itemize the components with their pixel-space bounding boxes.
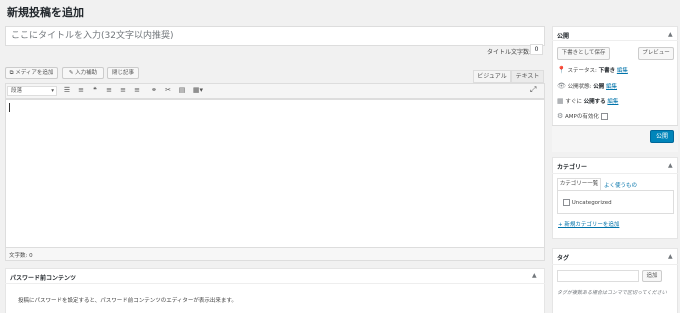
calendar-icon: ▦ bbox=[557, 97, 564, 105]
status-bar bbox=[5, 248, 545, 261]
pencil-icon: ✎ bbox=[68, 70, 74, 76]
align-right-icon[interactable]: ≡ bbox=[133, 87, 141, 94]
category-checkbox[interactable] bbox=[563, 199, 570, 206]
add-media-label: メディアを追加 bbox=[15, 70, 54, 76]
tags-box-title: タグ bbox=[557, 255, 570, 262]
category-item[interactable]: Uncategorized bbox=[563, 199, 612, 206]
preview-button[interactable]: プレビュー bbox=[638, 47, 674, 60]
schedule-label: すぐに bbox=[565, 99, 582, 105]
tab-text[interactable]: テキスト bbox=[511, 70, 544, 83]
amp-label: AMPの有効化 bbox=[565, 114, 599, 120]
category-label: Uncategorized bbox=[571, 200, 612, 206]
align-center-icon[interactable]: ≡ bbox=[119, 87, 127, 94]
align-left-icon[interactable]: ≡ bbox=[105, 87, 113, 94]
chevron-down-icon: ▾ bbox=[51, 88, 54, 94]
page-title: 新規投稿を追加 bbox=[7, 6, 84, 19]
numbered-list-icon[interactable]: ≡ bbox=[77, 87, 85, 94]
add-tag-button[interactable]: 追加 bbox=[642, 270, 662, 282]
collapse-arrow-icon[interactable]: ▲ bbox=[532, 272, 537, 279]
format-select[interactable]: 段落 ▾ bbox=[7, 86, 57, 96]
read-more-icon[interactable]: ▤ bbox=[178, 87, 186, 94]
collapse-arrow-icon[interactable]: ▲ bbox=[668, 253, 673, 260]
status-edit-link[interactable]: 編集 bbox=[617, 68, 628, 74]
categories-divider bbox=[552, 173, 678, 174]
status-value: 下書き bbox=[598, 68, 616, 74]
bulleted-list-icon[interactable]: ☰ bbox=[63, 87, 71, 94]
password-panel-description: 投稿にパスワードを設定すると、パスワード前コンテンツのエディターが表示出来ます。 bbox=[18, 298, 237, 304]
editor-content-area[interactable] bbox=[5, 99, 545, 248]
password-panel-title: パスワード前コンテンツ bbox=[10, 275, 77, 282]
visibility-value: 公開 bbox=[593, 84, 605, 90]
tags-divider bbox=[552, 264, 678, 265]
schedule-edit-link[interactable]: 編集 bbox=[607, 99, 618, 105]
title-counter-value: 0 bbox=[530, 44, 543, 55]
title-counter-label: タイトル文字数: bbox=[487, 49, 532, 56]
tab-all-categories[interactable]: カテゴリー一覧 bbox=[557, 178, 601, 190]
tab-popular-categories[interactable]: よく使うもの bbox=[604, 181, 637, 189]
schedule-row: ▦ すぐに 公開する 編集 bbox=[557, 97, 618, 105]
schedule-value: 公開する bbox=[583, 99, 606, 105]
input-support-button[interactable]: ✎ 入力補助 bbox=[62, 67, 104, 79]
amp-row: ⚙ AMPの有効化 bbox=[557, 112, 608, 120]
save-draft-button[interactable]: 下書きとして保存 bbox=[557, 47, 610, 60]
format-select-value: 段落 bbox=[11, 88, 23, 94]
tab-visual[interactable]: ビジュアル bbox=[473, 70, 511, 83]
password-panel-header[interactable] bbox=[5, 268, 545, 284]
input-support-label: 入力補助 bbox=[75, 70, 98, 76]
tag-input[interactable] bbox=[557, 270, 639, 282]
visibility-edit-link[interactable]: 編集 bbox=[606, 84, 617, 90]
status-label: ステータス: bbox=[567, 68, 597, 74]
status-row: 📍 ステータス: 下書き 編集 bbox=[557, 66, 628, 74]
link-icon[interactable]: ⚭ bbox=[150, 87, 158, 94]
visibility-row: 👁 公開状態: 公開 編集 bbox=[557, 82, 617, 90]
media-icon: ⧉ bbox=[9, 70, 14, 76]
publish-box-title: 公開 bbox=[557, 33, 570, 40]
pin-icon: 📍 bbox=[557, 66, 566, 74]
eye-icon: 👁 bbox=[557, 82, 566, 90]
tag-hint: タグが複数ある場合はコンマで区切ってください bbox=[557, 290, 667, 296]
post-title-input[interactable]: ここにタイトルを入力(32文字以内推奨) bbox=[5, 26, 545, 46]
unlink-icon[interactable]: ✂ bbox=[164, 87, 172, 94]
publish-button[interactable]: 公開 bbox=[650, 130, 674, 143]
editor-toolbar bbox=[5, 83, 545, 99]
publish-divider bbox=[552, 40, 678, 41]
collapse-arrow-icon[interactable]: ▲ bbox=[668, 162, 673, 169]
add-media-button[interactable]: ⧉ メディアを追加 bbox=[5, 67, 58, 79]
fullscreen-icon[interactable]: ⤢ bbox=[530, 86, 538, 94]
amp-checkbox[interactable] bbox=[600, 113, 608, 120]
table-icon[interactable]: ▦▾ bbox=[192, 87, 204, 94]
collapse-arrow-icon[interactable]: ▲ bbox=[668, 31, 673, 38]
word-count: 文字数: 0 bbox=[9, 253, 33, 259]
blockquote-icon[interactable]: ❝ bbox=[91, 87, 99, 94]
add-category-link[interactable]: + 新規カテゴリーを追加 bbox=[558, 220, 619, 228]
text-cursor bbox=[9, 103, 10, 112]
gear-icon: ⚙ bbox=[557, 112, 564, 120]
close-tags-button[interactable]: 閉じ記事 bbox=[107, 67, 139, 79]
visibility-label: 公開状態: bbox=[567, 84, 592, 90]
categories-box-title: カテゴリー bbox=[557, 164, 588, 171]
